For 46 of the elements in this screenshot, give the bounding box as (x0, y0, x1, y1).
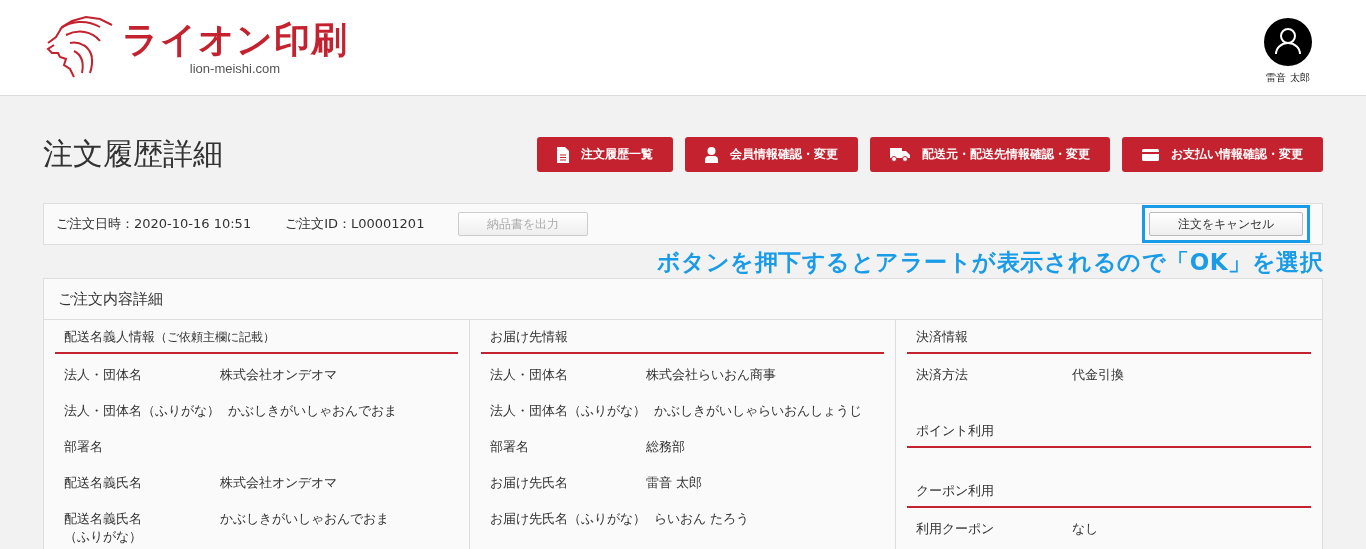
document-icon (557, 146, 569, 163)
nav-button[interactable]: 注文履歴一覧 (537, 137, 673, 172)
credit-card-icon (1142, 148, 1159, 161)
page-title: 注文履歴詳細 (43, 135, 223, 173)
field-value: かぶしきがいしゃらいおんしょうじ (654, 402, 862, 420)
truck-icon (890, 147, 910, 162)
cancel-order-button[interactable]: 注文をキャンセル (1149, 212, 1303, 236)
domain-text: lion-meishi.com (189, 61, 281, 76)
section-heading: 決済情報 (907, 320, 1311, 354)
field-label: お届け先氏名（ふりがな） (490, 510, 646, 528)
field-label: 法人・団体名（ふりがな） (490, 402, 646, 420)
field-label: 利用クーポン (916, 520, 995, 538)
order-id: ご注文ID：L00001201 (285, 215, 425, 233)
field-label: 配送名義氏名（ふりがな） (64, 510, 143, 546)
order-date: ご注文日時：2020-10-16 10:51 (56, 215, 252, 233)
field-label: 配送名義氏名 (64, 474, 143, 492)
field-label: 決済方法 (916, 366, 969, 384)
field-value: 株式会社オンデオマ (220, 474, 337, 492)
field-value: かぶしきがいしゃおんでおま (228, 402, 397, 420)
user-name: 雷音 太郎 (1266, 71, 1310, 85)
field-value: 総務部 (646, 438, 685, 456)
field-value: かぶしきがいしゃおんでおま (220, 510, 389, 528)
field-label: 法人・団体名 (490, 366, 569, 384)
person-icon (705, 146, 718, 163)
nav-button[interactable]: 会員情報確認・変更 (685, 137, 858, 172)
field-value: 雷音 太郎 (646, 474, 702, 492)
logo-text: ライオン印刷 (122, 19, 348, 61)
field-value: 株式会社オンデオマ (220, 366, 337, 384)
panel-title: ご注文内容詳細 (58, 289, 163, 309)
field-label: 部署名 (490, 438, 530, 456)
section-heading: お届け先情報 (481, 320, 884, 354)
field-value: なし (1072, 520, 1098, 538)
section-heading: ポイント利用 (907, 414, 1311, 448)
field-value: らいおん たろう (654, 510, 749, 528)
field-label: 部署名 (64, 438, 104, 456)
nav-button[interactable]: 配送元・配送先情報確認・変更 (870, 137, 1110, 172)
field-label: お届け先氏名 (490, 474, 569, 492)
section-heading: クーポン利用 (907, 474, 1311, 508)
field-label: 法人・団体名 (64, 366, 143, 384)
nav-button[interactable]: お支払い情報確認・変更 (1122, 137, 1323, 172)
annotation-text: ボタンを押下するとアラートが表示されるので「OK」を選択 (656, 249, 1323, 275)
user-avatar-icon[interactable] (1264, 18, 1312, 66)
section-heading: 配送名義人情報（ご依頼主欄に記載） (55, 320, 458, 354)
field-value: 株式会社らいおん商事 (646, 366, 776, 384)
field-value: 代金引換 (1072, 366, 1124, 384)
field-label: 法人・団体名（ふりがな） (64, 402, 220, 420)
